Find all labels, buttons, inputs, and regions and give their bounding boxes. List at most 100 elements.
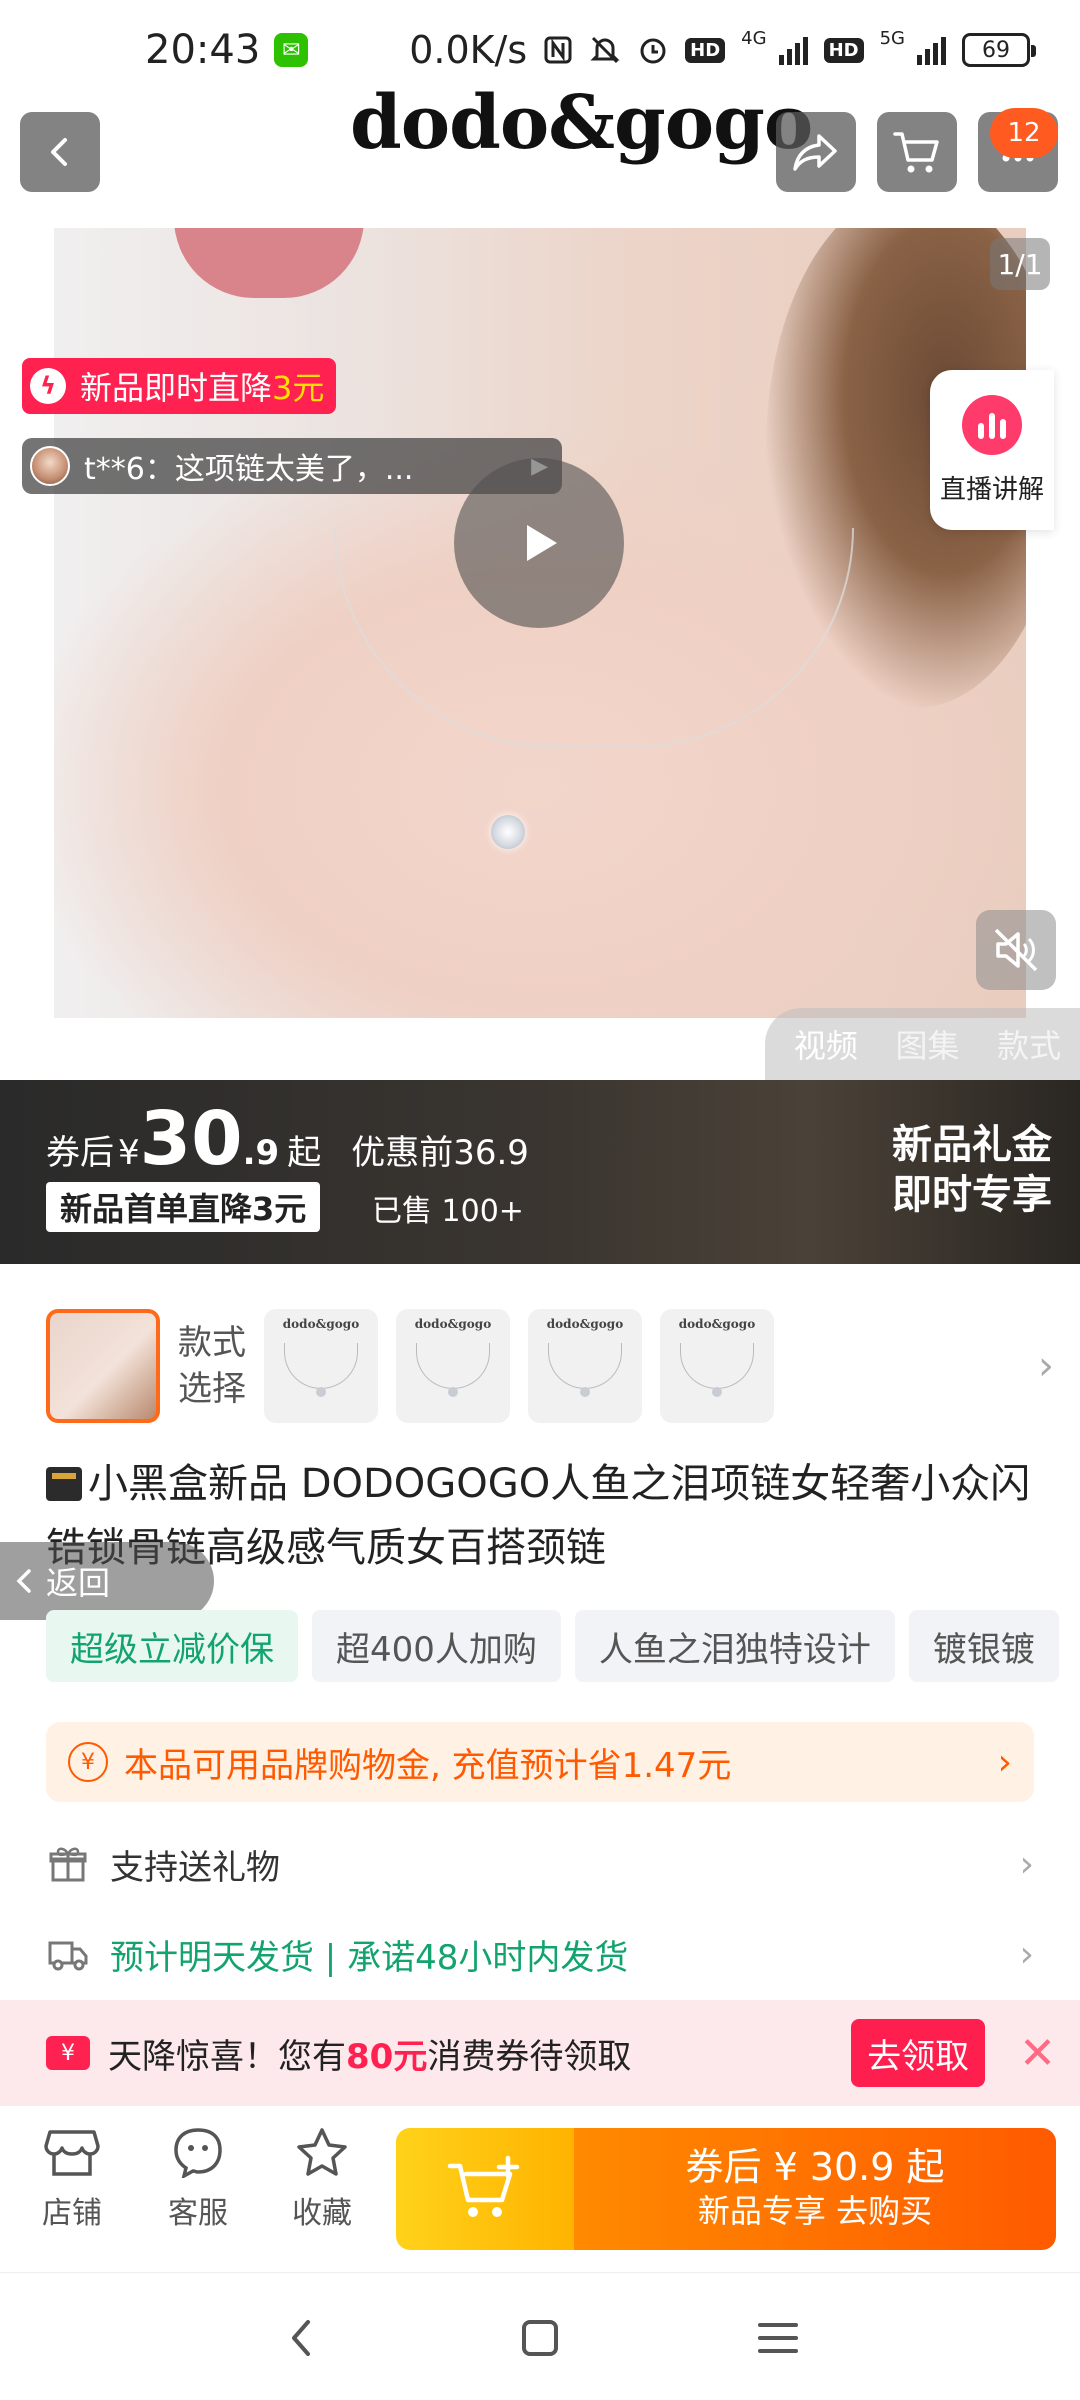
sku-label-line2: 选择 — [178, 1369, 246, 1409]
sku-thumb-logo: dodo&gogo — [546, 1317, 624, 1331]
floating-back-label: 返回 — [46, 1564, 111, 1602]
share-button[interactable] — [776, 112, 856, 192]
image-counter: 1/1 — [990, 238, 1050, 290]
tab-styles[interactable]: 款式 — [997, 1021, 1061, 1067]
nav-home-button[interactable] — [500, 2303, 580, 2373]
gift-row[interactable]: 支持送礼物 › — [46, 1834, 1034, 1894]
star-icon — [297, 2128, 347, 2176]
tag-plating[interactable]: 镀银镀 — [908, 1610, 1059, 1682]
coupon-text-before: 天降惊喜！您有 — [108, 2036, 346, 2077]
cart-count-badge: 12 — [990, 108, 1058, 158]
nav-back-button[interactable] — [262, 2303, 342, 2373]
title-badge: 小黑盒新品 — [88, 1461, 288, 1507]
signal-icon-1 — [778, 35, 808, 65]
new-gift-line1: 新品礼金 — [892, 1122, 1052, 1168]
live-explain-button[interactable]: 直播讲解 — [930, 370, 1054, 530]
price-suffix: 起 — [287, 1133, 322, 1173]
status-time: 20:43 — [145, 27, 261, 73]
shipping-row[interactable]: 预计明天发货 | 承诺48小时内发货 › — [46, 1924, 1034, 1984]
shop-label: 店铺 — [42, 2196, 102, 2231]
nfc-icon — [543, 35, 573, 65]
price-decimal: .9 — [242, 1133, 280, 1173]
tag-cart-count[interactable]: 超400人加购 — [312, 1610, 561, 1682]
sku-thumb-logo: dodo&gogo — [282, 1317, 360, 1331]
new-gift-line2: 即时专享 — [892, 1172, 1052, 1218]
wechat-icon: ✉ — [274, 33, 309, 67]
nav-menu-button[interactable] — [738, 2303, 818, 2373]
floating-back-button[interactable]: 返回 — [0, 1542, 214, 1620]
price-prefix: 券后 — [46, 1133, 114, 1173]
sku-thumb-selected[interactable] — [46, 1309, 160, 1423]
review-text: t**6：这项链太美了，... — [84, 452, 414, 487]
add-to-cart-button[interactable] — [396, 2128, 574, 2250]
bottom-action-bar: 店铺 客服 收藏 券后 ¥ 30.9 起 新品专享 去购买 — [0, 2106, 1080, 2272]
mute-button[interactable] — [976, 910, 1056, 990]
buy-line2: 新品专享 去购买 — [697, 2192, 933, 2230]
play-icon — [527, 525, 557, 561]
back-button[interactable] — [20, 112, 100, 192]
chevron-left-icon — [51, 138, 67, 166]
gift-icon — [46, 1842, 90, 1886]
gift-row-label: 支持送礼物 — [110, 1847, 280, 1888]
shipping-text: 预计明天发货 | 承诺48小时内发货 — [110, 1937, 629, 1978]
close-icon[interactable]: ✕ — [1019, 2028, 1056, 2079]
sku-thumb-pendant — [316, 1387, 326, 1397]
network-type-1: 4G — [741, 28, 767, 49]
ticket-icon: ¥ — [46, 2036, 90, 2070]
system-nav-bar — [0, 2272, 1080, 2400]
media-area: 1/1 ϟ 新品即时直降3元 t**6：这项链太美了，... ▶ 直播讲解 视频… — [0, 200, 1080, 1080]
chevron-right-icon: › — [1019, 1843, 1034, 1885]
price-main: 30 — [139, 1096, 243, 1182]
sku-thumb[interactable]: dodo&gogo — [528, 1309, 642, 1423]
sku-thumb-pendant — [712, 1387, 722, 1397]
sku-thumb-logo: dodo&gogo — [414, 1317, 492, 1331]
buy-line1: 券后 ¥ 30.9 起 — [685, 2145, 945, 2189]
sku-thumb[interactable]: dodo&gogo — [396, 1309, 510, 1423]
promo-tag: ϟ 新品即时直降 3元 — [22, 358, 337, 414]
play-button[interactable] — [454, 458, 624, 628]
new-gift-banner: 新品礼金 即时专享 — [892, 1120, 1052, 1220]
tab-gallery[interactable]: 图集 — [895, 1021, 959, 1067]
feature-tags: 超级立减价保 超400人加购 人鱼之泪独特设计 镀银镀 — [46, 1610, 1080, 1682]
cart-button[interactable] — [877, 112, 957, 192]
sku-thumb[interactable]: dodo&gogo — [660, 1309, 774, 1423]
status-indicators: 0.0K/s HD 4G HD 5G 69 — [409, 28, 1036, 72]
customer-service-button[interactable]: 客服 — [148, 2126, 248, 2232]
live-explain-label: 直播讲解 — [939, 474, 1044, 505]
chevron-right-icon[interactable]: › — [1038, 1343, 1054, 1389]
gold-card-text: 本品可用品牌购物金, 充值预计省1.47元 — [124, 1745, 732, 1786]
sku-label-line1: 款式 — [178, 1323, 246, 1363]
media-tabs: 视频 图集 款式 — [765, 1008, 1080, 1080]
shopping-gold-card[interactable]: ¥ 本品可用品牌购物金, 充值预计省1.47元 › — [46, 1722, 1034, 1802]
shop-button[interactable]: 店铺 — [22, 2126, 122, 2232]
brand-logo: dodo&gogo — [350, 80, 813, 166]
sku-selector[interactable]: 款式 选择 dodo&gogo dodo&gogo dodo&gogo dodo… — [0, 1306, 1080, 1426]
cart-plus-icon — [447, 2155, 520, 2217]
chat-bubble-icon — [174, 2128, 222, 2178]
sku-thumb-logo: dodo&gogo — [678, 1317, 756, 1331]
coupon-text-after: 消费券待领取 — [427, 2036, 632, 2077]
mute-bell-icon — [589, 34, 621, 66]
coupon-banner: ¥ 天降惊喜！您有80元消费券待领取 去领取 ✕ — [0, 2000, 1080, 2106]
claim-coupon-button[interactable]: 去领取 — [851, 2019, 986, 2087]
buy-now-button[interactable]: 券后 ¥ 30.9 起 新品专享 去购买 — [574, 2128, 1056, 2250]
tag-price-protect[interactable]: 超级立减价保 — [46, 1610, 298, 1682]
alarm-icon — [637, 34, 669, 66]
sku-thumb-pendant — [448, 1387, 458, 1397]
sku-thumb-pendant — [580, 1387, 590, 1397]
nav-home-icon — [522, 2320, 558, 2356]
tab-video[interactable]: 视频 — [794, 1021, 858, 1067]
favorite-label: 收藏 — [292, 2196, 352, 2231]
nav-back-icon — [292, 2320, 310, 2356]
tag-design[interactable]: 人鱼之泪独特设计 — [574, 1610, 895, 1682]
chevron-left-icon — [16, 1569, 31, 1593]
mystery-box-icon — [46, 1467, 82, 1501]
favorite-button[interactable]: 收藏 — [272, 2126, 372, 2232]
sold-count: 已售 100+ — [372, 1194, 524, 1229]
share-icon — [793, 134, 837, 171]
sku-thumb-chain — [284, 1343, 358, 1389]
price-banner: 券后 ¥ 30 .9 起 优惠前36.9 新品首单直降3元 已售 100+ 新品… — [0, 1080, 1080, 1264]
nav-menu-icon — [758, 2323, 798, 2353]
signal-icon-2 — [917, 35, 946, 65]
sku-thumb[interactable]: dodo&gogo — [264, 1309, 378, 1423]
